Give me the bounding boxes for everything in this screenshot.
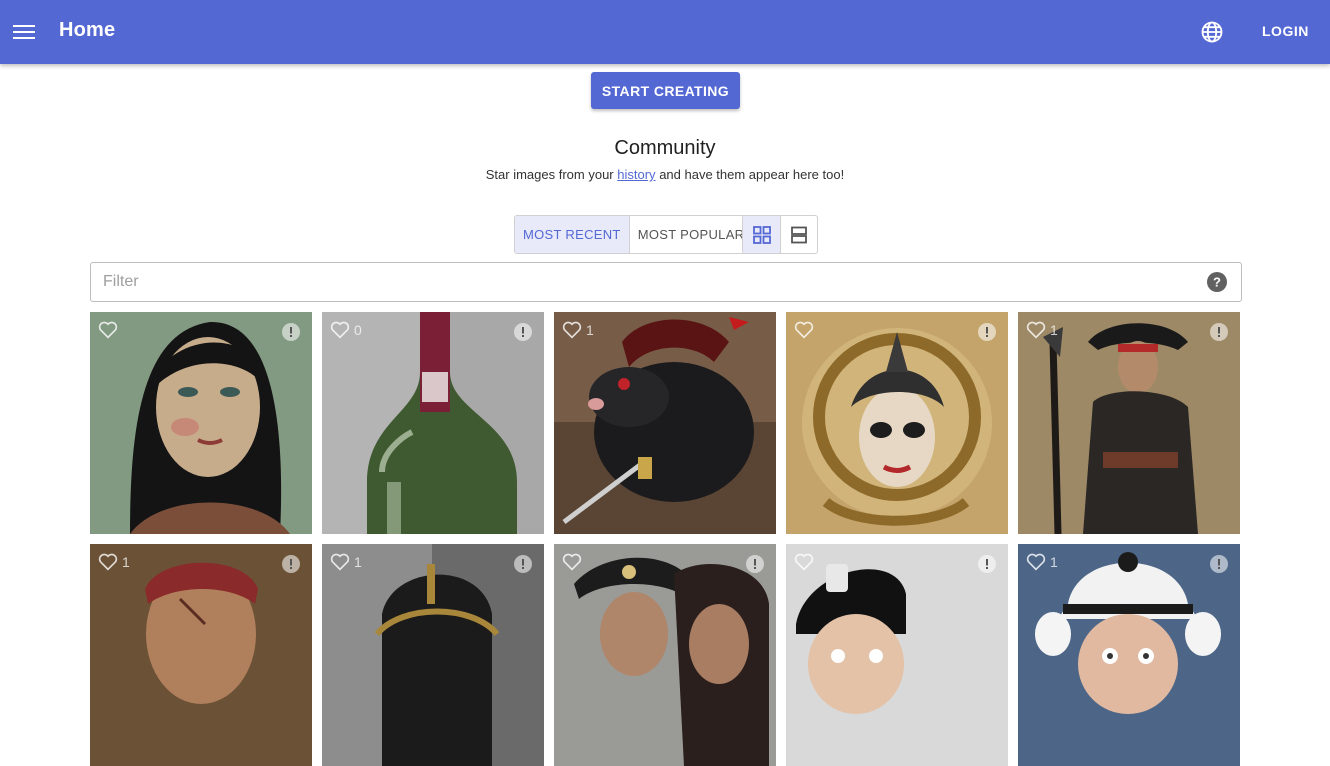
- image-card[interactable]: [554, 544, 776, 766]
- like-button[interactable]: [98, 321, 122, 339]
- generated-image: [322, 312, 544, 534]
- report-icon[interactable]: [978, 323, 996, 341]
- image-card[interactable]: [786, 312, 1008, 534]
- view-toggle-group: [742, 215, 818, 254]
- like-button[interactable]: 0: [330, 321, 362, 339]
- generated-image: [554, 544, 776, 766]
- image-card[interactable]: [90, 312, 312, 534]
- like-count: 0: [354, 322, 362, 338]
- generated-image: [1018, 544, 1240, 766]
- heart-icon: [1026, 553, 1046, 571]
- generated-image: [322, 544, 544, 766]
- hamburger-menu-icon[interactable]: [8, 16, 40, 48]
- like-button[interactable]: [794, 553, 818, 571]
- heart-icon: [562, 553, 582, 571]
- login-button[interactable]: LOGIN: [1250, 14, 1321, 48]
- community-subtitle: Star images from your history and have t…: [0, 167, 1330, 182]
- heart-icon: [794, 553, 814, 571]
- filter-input[interactable]: [91, 263, 1191, 301]
- like-button[interactable]: [794, 321, 818, 339]
- like-count: 1: [354, 554, 362, 570]
- heart-icon: [562, 321, 582, 339]
- list-view-icon[interactable]: [780, 216, 817, 253]
- sort-most-popular-button[interactable]: MOST POPULAR: [628, 216, 753, 253]
- heart-icon: [98, 553, 118, 571]
- history-link[interactable]: history: [617, 167, 655, 182]
- like-button[interactable]: 1: [1026, 321, 1058, 339]
- page-title: Home: [59, 19, 116, 41]
- heart-icon: [330, 321, 350, 339]
- generated-image: [1018, 312, 1240, 534]
- start-creating-button[interactable]: START CREATING: [591, 72, 740, 109]
- report-icon[interactable]: [1210, 555, 1228, 573]
- report-icon[interactable]: [746, 555, 764, 573]
- image-card[interactable]: 1: [1018, 544, 1240, 766]
- like-button[interactable]: 1: [330, 553, 362, 571]
- svg-text:?: ?: [1213, 275, 1221, 290]
- like-count: 1: [586, 322, 594, 338]
- heart-icon: [98, 321, 118, 339]
- image-card[interactable]: 1: [1018, 312, 1240, 534]
- report-icon[interactable]: [282, 323, 300, 341]
- generated-image: [786, 544, 1008, 766]
- app-bar: Home LOGIN: [0, 0, 1330, 64]
- report-icon[interactable]: [514, 555, 532, 573]
- image-card[interactable]: 1: [554, 312, 776, 534]
- generated-image: [90, 312, 312, 534]
- help-circle-icon[interactable]: ?: [1207, 272, 1227, 292]
- community-heading: Community: [614, 137, 716, 159]
- report-icon[interactable]: [514, 323, 532, 341]
- generated-image: [90, 544, 312, 766]
- like-count: 1: [1050, 322, 1058, 338]
- image-card[interactable]: 1: [322, 544, 544, 766]
- generated-image: [554, 312, 776, 534]
- like-count: 1: [1050, 554, 1058, 570]
- image-card[interactable]: 0: [322, 312, 544, 534]
- globe-icon[interactable]: [1196, 16, 1228, 48]
- like-count: 1: [122, 554, 130, 570]
- like-button[interactable]: 1: [562, 321, 594, 339]
- report-icon[interactable]: [978, 555, 996, 573]
- like-button[interactable]: 1: [1026, 553, 1058, 571]
- generated-image: [786, 312, 1008, 534]
- heart-icon: [1026, 321, 1046, 339]
- like-button[interactable]: [562, 553, 586, 571]
- heart-icon: [330, 553, 350, 571]
- subtitle-text-before: Star images from your: [485, 167, 614, 182]
- report-icon[interactable]: [282, 555, 300, 573]
- heart-icon: [794, 321, 814, 339]
- subtitle-text-after: and have them appear here too!: [659, 167, 845, 182]
- image-card[interactable]: [786, 544, 1008, 766]
- sort-most-recent-button[interactable]: MOST RECENT: [515, 216, 629, 253]
- report-icon[interactable]: [1210, 323, 1228, 341]
- image-card[interactable]: 1: [90, 544, 312, 766]
- like-button[interactable]: 1: [98, 553, 130, 571]
- filter-field: ?: [90, 262, 1242, 302]
- sort-toggle-group: MOST RECENT MOST POPULAR: [514, 215, 754, 254]
- grid-view-icon[interactable]: [743, 216, 780, 253]
